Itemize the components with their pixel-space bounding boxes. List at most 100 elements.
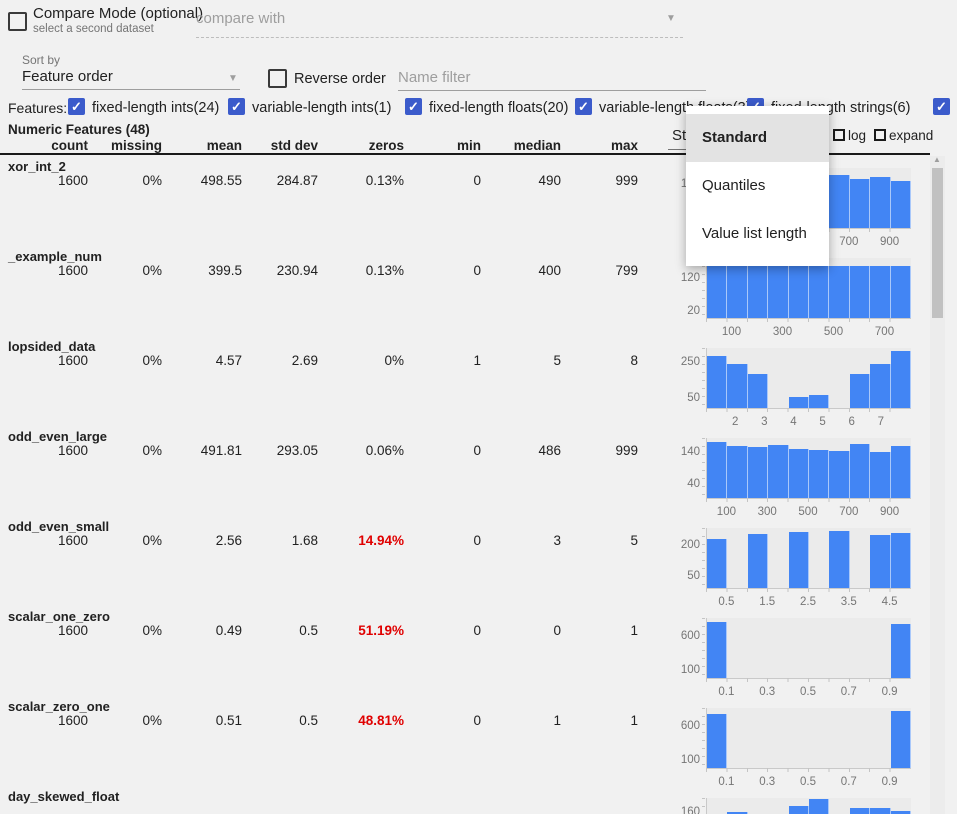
histogram-plot[interactable]: [706, 438, 911, 499]
histogram-bar: [870, 452, 890, 498]
x-axis-label: 0.1: [704, 686, 748, 698]
sort-by-underline: [22, 89, 240, 90]
histogram-bar: [850, 444, 870, 498]
histogram-plot[interactable]: [706, 618, 911, 679]
table-row: day_skewed_float 160: [0, 788, 930, 814]
histogram-bar: [789, 397, 809, 408]
menu-item-value-list-length[interactable]: Value list length: [686, 210, 829, 258]
x-axis-label: 7: [859, 416, 903, 428]
x-axis-ticks: [706, 768, 910, 772]
sort-by-select[interactable]: Feature order: [22, 68, 113, 85]
x-axis-label: 900: [868, 506, 912, 518]
y-axis-label: 50: [660, 392, 700, 404]
x-axis-label: 4.5: [868, 596, 912, 608]
menu-item-quantiles[interactable]: Quantiles: [686, 162, 829, 210]
histogram-chart: 160: [660, 788, 916, 814]
histogram-bar: [891, 624, 911, 678]
feature-type-label: variable-length ints(1): [252, 100, 391, 116]
feature-type-checkbox[interactable]: ✓: [575, 98, 592, 115]
histogram-bar: [870, 535, 890, 588]
x-axis-label: 100: [704, 506, 748, 518]
histogram-bar: [768, 266, 788, 318]
x-axis-ticks: [706, 408, 910, 412]
name-filter-input[interactable]: Name filter: [398, 69, 471, 86]
feature-name: lopsided_data: [8, 339, 95, 354]
y-axis-label: 200: [660, 539, 700, 551]
feature-type-checkbox[interactable]: ✓: [68, 98, 85, 115]
compare-with-underline: [196, 37, 683, 38]
x-axis-label: 900: [868, 236, 912, 248]
y-axis-label: 100: [660, 754, 700, 766]
histogram-bar: [870, 808, 890, 814]
table-row: odd_even_small16000%2.561.6814.94%035200…: [0, 518, 930, 608]
stat-cell-max: 8: [0, 353, 638, 368]
histogram-bar: [870, 177, 890, 228]
feature-name: scalar_zero_one: [8, 699, 110, 714]
x-axis-label: 1.5: [745, 596, 789, 608]
feature-name: odd_even_large: [8, 429, 107, 444]
chevron-down-icon: ▼: [666, 13, 676, 24]
histogram-bar: [870, 364, 890, 408]
compare-mode-checkbox[interactable]: [8, 12, 27, 31]
scrollbar[interactable]: ▲: [930, 156, 945, 814]
x-axis-ticks: [706, 678, 910, 682]
histogram-bar: [748, 374, 768, 408]
histogram-bar: [891, 266, 911, 318]
table-row: lopsided_data16000%4.572.690%15825050234…: [0, 338, 930, 428]
histogram-bar: [891, 351, 911, 408]
histogram-bar: [829, 531, 849, 588]
y-axis-ticks: [702, 798, 705, 814]
histogram-chart: 200500.51.52.53.54.5: [660, 518, 916, 608]
x-axis-ticks: [706, 318, 910, 322]
histogram-bar: [829, 451, 849, 498]
feature-name: xor_int_2: [8, 159, 66, 174]
feature-type-checkbox[interactable]: ✓: [933, 98, 950, 115]
feature-name: day_skewed_float: [8, 789, 119, 804]
feature-type-checkbox[interactable]: ✓: [228, 98, 245, 115]
chevron-down-icon: ▼: [228, 73, 238, 84]
x-axis-ticks: [706, 588, 910, 592]
stat-cell-max: 799: [0, 263, 638, 278]
expand-checkbox[interactable]: expand: [874, 128, 933, 143]
histogram-bar: [727, 266, 747, 318]
histogram-bar: [891, 711, 911, 768]
histogram-plot[interactable]: [706, 258, 911, 319]
x-axis-label: 0.3: [745, 686, 789, 698]
y-axis-label: 40: [660, 478, 700, 490]
histogram-plot[interactable]: [706, 348, 911, 409]
x-axis-label: 2.5: [786, 596, 830, 608]
histogram-bar: [850, 266, 870, 318]
y-axis-ticks: [702, 618, 705, 678]
histogram-bar: [891, 533, 911, 588]
histogram-bar: [707, 356, 727, 408]
histogram-bar: [707, 622, 727, 678]
compare-mode-subtitle: select a second dataset: [33, 23, 154, 35]
x-axis-label: 300: [761, 326, 805, 338]
x-axis-label: 0.9: [868, 686, 912, 698]
histogram-bar: [707, 714, 727, 768]
histogram-plot[interactable]: [706, 528, 911, 589]
histogram-bar: [829, 175, 849, 228]
histogram-plot[interactable]: [706, 708, 911, 769]
compare-with-select[interactable]: compare with: [196, 10, 285, 27]
y-axis-label: 140: [660, 446, 700, 458]
histogram-plot[interactable]: [706, 798, 911, 814]
feature-type-checkbox[interactable]: ✓: [405, 98, 422, 115]
histogram-bar: [891, 181, 911, 228]
y-axis-ticks: [702, 528, 705, 588]
histogram-bar: [748, 266, 768, 318]
y-axis-label: 20: [660, 305, 700, 317]
histogram-bar: [870, 266, 890, 318]
log-checkbox[interactable]: log: [833, 128, 866, 143]
menu-item-standard[interactable]: Standard: [686, 114, 829, 162]
histogram-bar: [789, 266, 809, 318]
histogram-bar: [809, 450, 829, 498]
stat-cell-max: 1: [0, 713, 638, 728]
histogram-chart: 6001000.10.30.50.70.9: [660, 608, 916, 698]
reverse-order-checkbox[interactable]: [268, 69, 287, 88]
histogram-chart: 6001000.10.30.50.70.9: [660, 698, 916, 788]
stat-cell-max: 999: [0, 443, 638, 458]
scrollbar-thumb[interactable]: [932, 168, 943, 318]
scroll-up-icon[interactable]: ▲: [933, 155, 941, 164]
y-axis-label: 120: [660, 272, 700, 284]
